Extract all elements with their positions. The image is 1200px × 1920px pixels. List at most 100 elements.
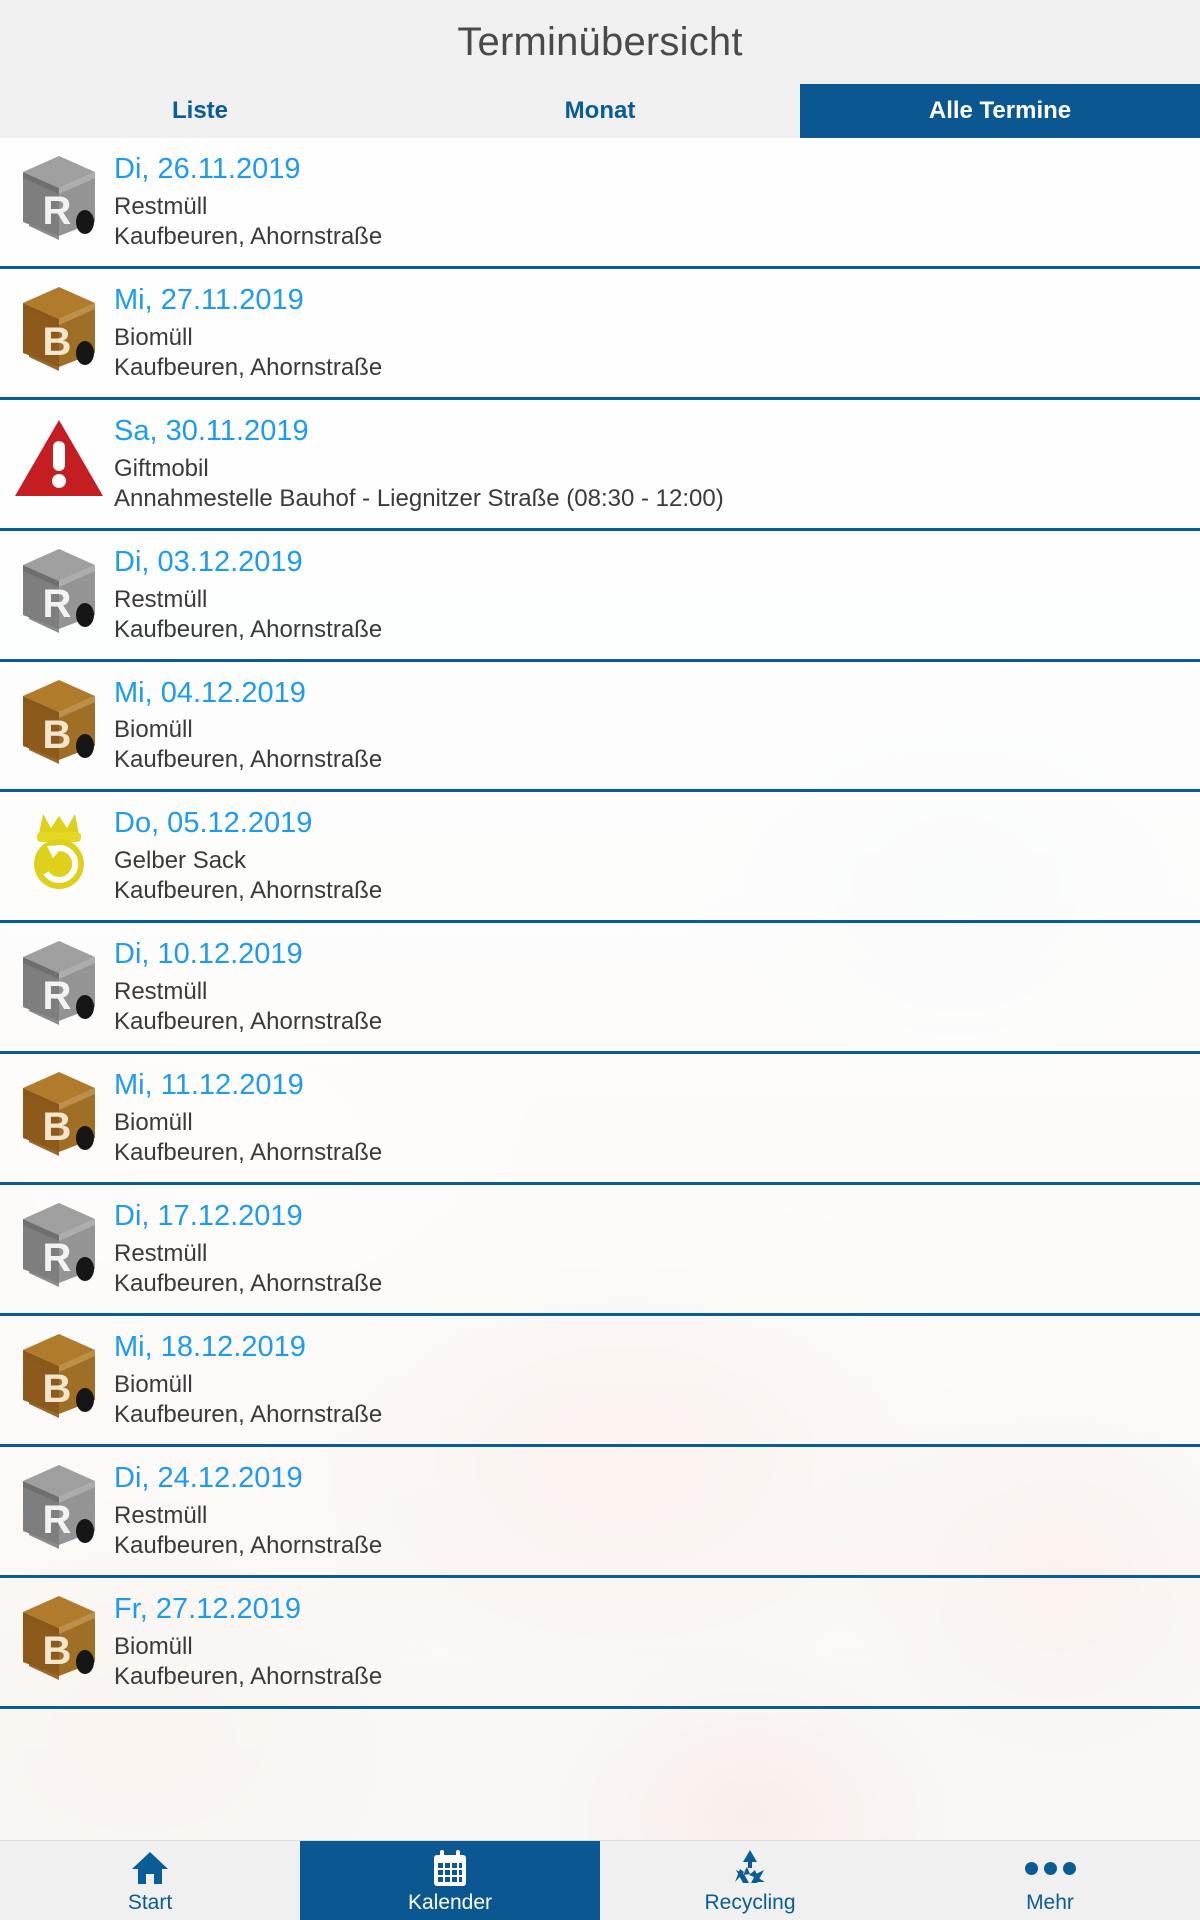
calendar-icon — [434, 1850, 466, 1886]
bottom-navigation-bar: Start Kalender Recycling Mehr — [0, 1840, 1200, 1920]
home-icon — [132, 1852, 168, 1884]
svg-text:B: B — [43, 713, 72, 757]
svg-text:R: R — [43, 1498, 72, 1542]
appointment-date: Mi, 18.12.2019 — [114, 1331, 306, 1364]
bio-bin-icon: B — [23, 1334, 95, 1419]
nav-recycling-label: Recycling — [704, 1891, 796, 1914]
tab-monat[interactable]: Monat — [400, 84, 800, 138]
svg-text:R: R — [43, 1236, 72, 1280]
bio-bin-icon-wrapper: B — [4, 1330, 114, 1419]
appointment-location: Annahmestelle Bauhof - Liegnitzer Straße… — [114, 484, 724, 512]
appointment-details: Mi, 04.12.2019 Biomüll Kaufbeuren, Ahornst… — [114, 676, 1200, 776]
more-dots-icon — [1024, 1848, 1076, 1888]
appointment-details: Mi, 27.11.2019 Biomüll Kaufbeuren, Ahornst… — [114, 283, 1200, 383]
app-header: Terminübersicht — [0, 0, 1200, 84]
appointment-location: Kaufbeuren, Ahornstraße — [114, 222, 383, 250]
bio-bin-icon: B — [23, 1595, 95, 1680]
appointment-type: Gelber Sack — [114, 847, 247, 875]
residual-bin-icon: R — [23, 156, 95, 240]
appointment-row[interactable]: B Mi, 27.11.2019 Biomüll Kaufbeuren, Ahorn… — [0, 269, 1200, 400]
appointment-details: Mi, 18.12.2019 Biomüll Kaufbeuren, Ahornst… — [114, 1330, 1200, 1430]
nav-start-label: Start — [127, 1891, 173, 1914]
residual-bin-icon-wrapper: R — [4, 937, 114, 1026]
appointment-date: Mi, 11.12.2019 — [114, 1069, 304, 1102]
appointment-date: Di, 26.11.2019 — [114, 153, 301, 185]
residual-bin-icon-wrapper: R — [4, 1461, 114, 1549]
svg-text:B: B — [43, 1367, 72, 1411]
appointment-location: Kaufbeuren, Ahornstraße — [114, 877, 383, 905]
nav-kalender-label: Kalender — [407, 1891, 493, 1914]
appointment-date: Mi, 04.12.2019 — [114, 676, 306, 709]
tab-alle-termine[interactable]: Alle Termine — [800, 84, 1200, 138]
appointment-date: Di, 10.12.2019 — [114, 938, 303, 971]
appointment-row[interactable]: R Di, 17.12.2019 Restmüll Kaufbeuren, Ahor… — [0, 1185, 1200, 1317]
recycling-icon — [735, 1850, 765, 1883]
bio-bin-icon-wrapper: B — [4, 1068, 114, 1157]
residual-bin-icon: R — [23, 941, 95, 1026]
appointment-row[interactable]: B Fr, 27.12.2019 Biomüll Kaufbeuren, Ahorn… — [0, 1578, 1200, 1709]
appointment-row[interactable]: R Di, 03.12.2019 Restmüll Kaufbeuren, Ahor… — [0, 531, 1200, 662]
appointment-type: Biomüll — [114, 1109, 193, 1137]
hazard-warning-icon — [15, 419, 103, 496]
appointment-type: Biomüll — [114, 1370, 193, 1398]
appointment-date: Mi, 27.11.2019 — [114, 283, 304, 316]
appointment-details: Di, 26.11.2019 Restmüll Kaufbeuren, Ahorns… — [114, 152, 1200, 252]
appointment-location: Kaufbeuren, Ahornstraße — [114, 746, 383, 774]
appointment-list[interactable]: R Di, 26.11.2019 Restmüll Kaufbeuren, Ahor… — [0, 138, 1200, 1920]
appointment-type: Restmüll — [114, 192, 208, 220]
appointment-row[interactable]: B Mi, 04.12.2019 Biomüll Kaufbeuren, Ahorn… — [0, 662, 1200, 793]
yellow-sack-icon-wrapper — [4, 806, 114, 894]
appointment-details: Di, 10.12.2019 Restmüll Kaufbeuren, Ahorns… — [114, 937, 1200, 1037]
appointment-location: Kaufbeuren, Ahornstraße — [114, 615, 383, 643]
appointment-type: Biomüll — [114, 1632, 193, 1660]
appointment-date: Do, 05.12.2019 — [114, 807, 313, 840]
appointment-row[interactable]: Do, 05.12.2019 Gelber Sack Kaufbeuren, Aho… — [0, 792, 1200, 924]
residual-bin-icon: R — [23, 1464, 95, 1549]
bio-bin-icon-wrapper: B — [4, 676, 114, 764]
residual-bin-icon-wrapper: R — [4, 152, 114, 240]
appointment-row[interactable]: R Di, 10.12.2019 Restmüll Kaufbeuren, Ahor… — [0, 923, 1200, 1055]
appointment-row[interactable]: Sa, 30.11.2019 Giftmobil Annahmestelle Bau… — [0, 400, 1200, 531]
appointment-location: Kaufbeuren, Ahornstraße — [114, 1008, 383, 1036]
nav-recycling[interactable]: Recycling — [600, 1841, 900, 1920]
appointment-location: Kaufbeuren, Ahornstraße — [114, 353, 383, 381]
appointment-date: Di, 17.12.2019 — [114, 1200, 303, 1233]
bio-bin-icon: B — [23, 1072, 95, 1157]
svg-text:B: B — [43, 1105, 72, 1149]
app-root: Terminübersicht Liste Monat Alle Termine R… — [0, 0, 1200, 1920]
nav-start[interactable]: Start — [0, 1841, 300, 1920]
appointment-row[interactable]: B Mi, 18.12.2019 Biomüll Kaufbeuren, Ahorn… — [0, 1316, 1200, 1447]
appointment-details: Di, 03.12.2019 Restmüll Kaufbeuren, Ahorns… — [114, 545, 1200, 645]
appointment-type: Restmüll — [114, 1501, 208, 1529]
appointment-date: Sa, 30.11.2019 — [114, 414, 309, 447]
appointment-type: Biomüll — [114, 716, 193, 744]
tab-liste[interactable]: Liste — [0, 84, 400, 138]
appointment-type: Restmüll — [114, 978, 208, 1006]
appointment-details: Sa, 30.11.2019 Giftmobil Annahmestelle Bau… — [114, 414, 1200, 514]
appointment-location: Kaufbeuren, Ahornstraße — [114, 1531, 383, 1559]
appointment-row[interactable]: R Di, 26.11.2019 Restmüll Kaufbeuren, Ahor… — [0, 138, 1200, 269]
appointment-row[interactable]: R Di, 24.12.2019 Restmüll Kaufbeuren, Ahor… — [0, 1447, 1200, 1578]
appointment-details: Do, 05.12.2019 Gelber Sack Kaufbeuren, Aho… — [114, 806, 1200, 906]
nav-mehr-label: Mehr — [1026, 1891, 1074, 1914]
bio-bin-icon-wrapper: B — [4, 1592, 114, 1680]
appointment-date: Fr, 27.12.2019 — [114, 1592, 302, 1625]
bio-bin-icon: B — [23, 286, 95, 371]
view-tab-bar: Liste Monat Alle Termine — [0, 84, 1200, 138]
appointment-type: Biomüll — [114, 323, 193, 351]
residual-bin-icon-wrapper: R — [4, 545, 114, 633]
svg-text:R: R — [43, 974, 72, 1018]
svg-text:B: B — [43, 1629, 72, 1673]
appointment-location: Kaufbeuren, Ahornstraße — [114, 1270, 383, 1298]
residual-bin-icon-wrapper: R — [4, 1199, 114, 1288]
residual-bin-icon: R — [23, 548, 95, 633]
appointment-row[interactable]: B Mi, 11.12.2019 Biomüll Kaufbeuren, Ahorn… — [0, 1054, 1200, 1186]
appointment-date: Di, 03.12.2019 — [114, 545, 303, 578]
appointment-type: Giftmobil — [114, 454, 209, 482]
page-title: Terminübersicht — [457, 19, 743, 64]
nav-mehr[interactable]: Mehr — [900, 1841, 1200, 1920]
hazard-warning-icon-wrapper — [4, 414, 114, 502]
appointment-location: Kaufbeuren, Ahornstraße — [114, 1400, 383, 1428]
appointment-type: Restmüll — [114, 1240, 208, 1268]
nav-kalender[interactable]: Kalender — [300, 1841, 600, 1920]
